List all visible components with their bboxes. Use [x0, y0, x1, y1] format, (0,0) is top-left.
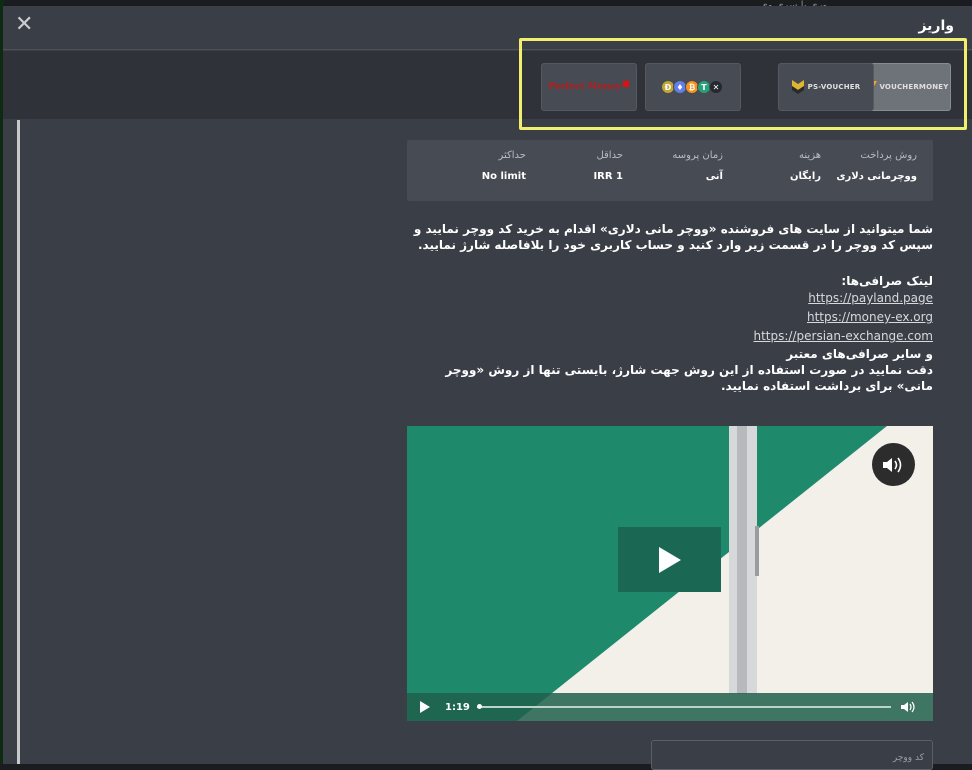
- links-title: لینک صرافی‌ها:: [841, 274, 933, 288]
- voucher-code-input[interactable]: کد ووچر: [651, 740, 933, 770]
- info-value: ووچرمانی دلاری: [836, 171, 917, 182]
- video-controls: 1:19: [407, 693, 933, 721]
- play-icon: [420, 701, 430, 713]
- info-value: No limit: [481, 171, 526, 182]
- info-col-max: حداکثر No limit: [482, 150, 526, 182]
- method-label: VOUCHERMONEY: [879, 83, 949, 91]
- speaker-icon: [882, 457, 901, 472]
- modal-title: واریز: [918, 18, 954, 34]
- crypto-coins: Đ ♦ ₿ T ✕: [661, 80, 723, 94]
- other-exchanges-text: و سایر صرافی‌های معتبر: [786, 347, 933, 361]
- method-crypto[interactable]: Đ ♦ ₿ T ✕: [645, 63, 741, 111]
- play-icon: [658, 546, 681, 573]
- unmute-button[interactable]: [872, 443, 915, 486]
- info-header: حداقل: [596, 150, 623, 161]
- exchange-link[interactable]: https://persian-exchange.com: [754, 329, 934, 343]
- description-paragraph: شما میتوانید از سایت های فروشنده «ووچر م…: [413, 222, 933, 252]
- method-ps-voucher[interactable]: PS-VOUCHER: [778, 63, 874, 111]
- info-col-method: روش پرداخت ووچرمانی دلاری: [836, 150, 917, 182]
- method-label: PS-VOUCHER: [807, 83, 861, 91]
- exchange-link[interactable]: https://money-ex.org: [807, 310, 933, 324]
- perfect-money-dot-icon: ■: [622, 78, 630, 88]
- close-icon[interactable]: ✕: [15, 12, 33, 38]
- info-header: حداکثر: [498, 150, 526, 161]
- description: شما میتوانید از سایت های فروشنده «ووچر م…: [407, 221, 933, 394]
- info-value: آنی: [705, 171, 723, 182]
- info-col-fee: هزینه رایگان: [790, 150, 821, 182]
- video-time: 1:19: [445, 701, 470, 713]
- control-play-button[interactable]: [413, 693, 437, 721]
- info-value: IRR 1: [593, 171, 623, 182]
- info-header: هزینه: [799, 150, 821, 161]
- xrp-icon: ✕: [709, 80, 723, 94]
- info-header: زمان پروسه: [672, 150, 723, 161]
- volume-icon: [901, 701, 915, 713]
- info-col-process-time: زمان پروسه آنی: [672, 150, 723, 182]
- deposit-modal: ✕ واریز VOUCHERMONEY PS-VOUCHER Đ ♦ ₿ T …: [3, 6, 972, 770]
- info-value: رایگان: [789, 171, 821, 182]
- progress-knob[interactable]: [477, 704, 482, 709]
- method-info-table: روش پرداخت ووچرمانی دلاری هزینه رایگان ز…: [407, 140, 933, 201]
- info-col-min: حداقل IRR 1: [593, 150, 623, 182]
- info-header: روش پرداخت: [860, 150, 917, 161]
- exchange-link[interactable]: https://payland.page: [808, 291, 933, 305]
- method-label: Perfect Money: [548, 82, 622, 92]
- video-progress-bar[interactable]: [477, 704, 891, 709]
- scrollbar-track[interactable]: [17, 120, 20, 764]
- video-player[interactable]: 1:19: [407, 426, 933, 721]
- play-button[interactable]: [618, 527, 721, 592]
- withdrawal-note: دقت نمایید در صورت استفاده از این روش جه…: [445, 363, 933, 393]
- control-volume-button[interactable]: [897, 693, 921, 721]
- method-perfect-money[interactable]: Perfect Money ■: [541, 63, 637, 111]
- ps-voucher-logo-icon: [791, 80, 804, 94]
